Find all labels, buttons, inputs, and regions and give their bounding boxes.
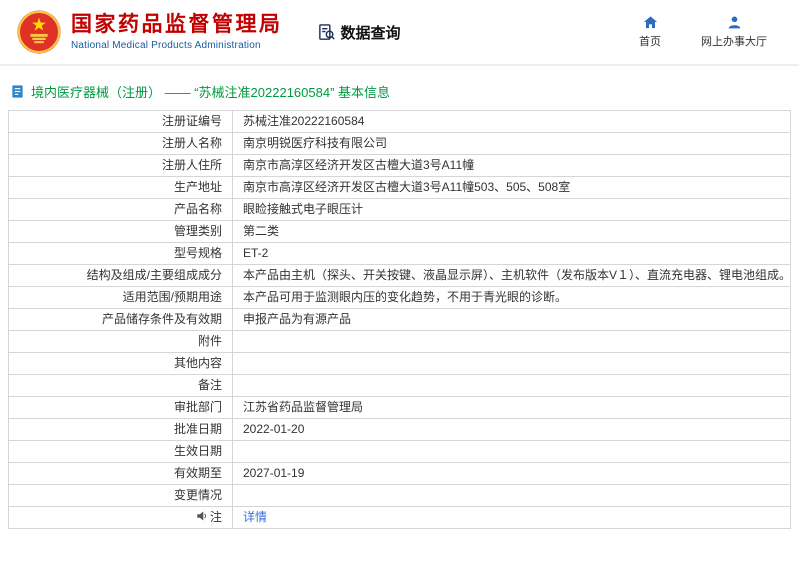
row-value [232, 374, 791, 397]
row-value [232, 352, 791, 375]
row-value: 2027-01-19 [232, 462, 791, 485]
table-row: 生效日期 [8, 440, 791, 463]
row-value: 本产品由主机（探头、开关按键、液晶显示屏）、主机软件（发布版本V１）、直流充电器… [232, 264, 791, 287]
row-label: 其他内容 [8, 352, 233, 375]
row-value: 本产品可用于监测眼内压的变化趋势，不用于青光眼的诊断。 [232, 286, 791, 309]
row-label: 结构及组成/主要组成成分 [8, 264, 233, 287]
row-value: 南京市高淳区经济开发区古檀大道3号A11幢 [232, 154, 791, 177]
row-label: 注 [209, 510, 222, 525]
main-content: 境内医疗器械（注册） —— “苏械注准20222160584” 基本信息 注册证… [0, 66, 799, 529]
row-value: ET-2 [232, 242, 791, 265]
table-row: 附件 [8, 330, 791, 353]
row-label: 备注 [8, 374, 233, 397]
home-label: 首页 [639, 36, 661, 48]
table-row: 产品名称 眼睑接触式电子眼压计 [8, 198, 791, 221]
row-value [232, 440, 791, 463]
table-row: 生产地址 南京市高淳区经济开发区古檀大道3号A11幢503、505、508室 [8, 176, 791, 199]
top-links: 首页 网上办事大厅 [639, 15, 787, 49]
row-value: 眼睑接触式电子眼压计 [232, 198, 791, 221]
row-label: 产品名称 [8, 198, 233, 221]
row-value: 2022-01-20 [232, 418, 791, 441]
table-row: 有效期至 2027-01-19 [8, 462, 791, 485]
row-label: 附件 [8, 330, 233, 353]
row-label: 批准日期 [8, 418, 233, 441]
row-label: 有效期至 [8, 462, 233, 485]
table-row: 产品储存条件及有效期 申报产品为有源产品 [8, 308, 791, 331]
row-value: 南京明锐医疗科技有限公司 [232, 132, 791, 155]
service-hall-label: 网上办事大厅 [701, 36, 767, 48]
table-row: 注册证编号 苏械注准20222160584 [8, 110, 791, 133]
row-value [232, 484, 791, 507]
nav-home[interactable]: 首页 [639, 15, 661, 49]
document-icon [10, 84, 25, 99]
nav-data-query[interactable]: 数据查询 [317, 22, 401, 43]
row-value: 南京市高淳区经济开发区古檀大道3号A11幢503、505、508室 [232, 176, 791, 199]
nav-service-hall[interactable]: 网上办事大厅 [701, 15, 767, 49]
table-row: 审批部门 江苏省药品监督管理局 [8, 396, 791, 419]
table-row: 批准日期 2022-01-20 [8, 418, 791, 441]
data-query-label: 数据查询 [340, 24, 401, 42]
row-value: 苏械注准20222160584 [232, 110, 791, 133]
row-label: 适用范围/预期用途 [8, 286, 233, 309]
page-title-bar: 境内医疗器械（注册） —— “苏械注准20222160584” 基本信息 [10, 82, 791, 101]
row-label: 管理类别 [8, 220, 233, 243]
note-icon [196, 510, 208, 522]
row-label: 变更情况 [8, 484, 233, 507]
table-row: 注 详情 [8, 506, 791, 529]
row-value: 详情 [232, 506, 791, 529]
top-header: 国家药品监督管理局 National Medical Products Admi… [0, 0, 799, 64]
table-row: 备注 [8, 374, 791, 397]
table-row: 注册人名称 南京明锐医疗科技有限公司 [8, 132, 791, 155]
row-label: 注册人名称 [8, 132, 233, 155]
page-title: 境内医疗器械（注册） —— “苏械注准20222160584” 基本信息 [31, 85, 391, 100]
table-row: 结构及组成/主要组成成分 本产品由主机（探头、开关按键、液晶显示屏）、主机软件（… [8, 264, 791, 287]
table-row: 其他内容 [8, 352, 791, 375]
row-label: 产品储存条件及有效期 [8, 308, 233, 331]
row-value: 申报产品为有源产品 [232, 308, 791, 331]
brand: 国家药品监督管理局 National Medical Products Admi… [16, 9, 283, 55]
national-emblem-logo [16, 9, 62, 55]
row-label: 注册证编号 [8, 110, 233, 133]
row-label: 生效日期 [8, 440, 233, 463]
row-label: 生产地址 [8, 176, 233, 199]
row-label: 注册人住所 [8, 154, 233, 177]
org-name-en: National Medical Products Administration [71, 39, 261, 51]
registration-info-table: 注册证编号 苏械注准20222160584 注册人名称 南京明锐医疗科技有限公司… [8, 110, 791, 529]
brand-text: 国家药品监督管理局 National Medical Products Admi… [71, 13, 283, 50]
user-icon [727, 15, 742, 30]
row-value [232, 330, 791, 353]
table-row: 管理类别 第二类 [8, 220, 791, 243]
table-row: 型号规格 ET-2 [8, 242, 791, 265]
row-value: 第二类 [232, 220, 791, 243]
row-value: 江苏省药品监督管理局 [232, 396, 791, 419]
data-query-icon [317, 23, 336, 42]
note-row-label: 注 [8, 506, 233, 529]
row-label: 审批部门 [8, 396, 233, 419]
row-label: 型号规格 [8, 242, 233, 265]
table-row: 变更情况 [8, 484, 791, 507]
table-row: 注册人住所 南京市高淳区经济开发区古檀大道3号A11幢 [8, 154, 791, 177]
home-icon [643, 15, 658, 30]
table-row: 适用范围/预期用途 本产品可用于监测眼内压的变化趋势，不用于青光眼的诊断。 [8, 286, 791, 309]
detail-link[interactable]: 详情 [243, 510, 267, 524]
org-name-cn: 国家药品监督管理局 [71, 13, 283, 37]
